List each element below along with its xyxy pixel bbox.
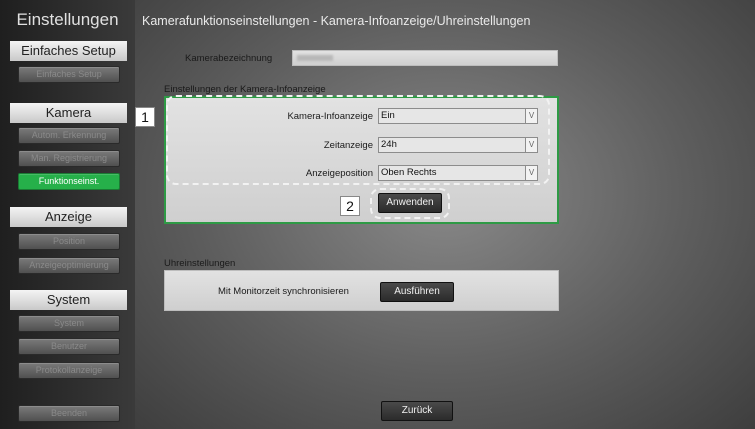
section-header-system: System — [10, 290, 127, 310]
sidebar: Einstellungen Einfaches Setup Einfaches … — [0, 0, 135, 429]
sidebar-item-system[interactable]: System — [18, 315, 120, 332]
section-header-display: Anzeige — [10, 207, 127, 227]
callout-1: 1 — [135, 107, 155, 127]
sidebar-item-position[interactable]: Position — [18, 233, 120, 250]
sidebar-item-function-settings[interactable]: Funktionseinst. — [18, 173, 120, 190]
camera-name-label: Kamerabezeichnung — [185, 53, 273, 64]
back-button[interactable]: Zurück — [381, 401, 453, 421]
main-content: Kamerafunktionseinstellungen - Kamera-In… — [135, 0, 755, 429]
highlight-settings-fields — [166, 95, 550, 185]
sidebar-item-easy-setup[interactable]: Einfaches Setup — [18, 66, 120, 83]
section-header-setup: Einfaches Setup — [10, 41, 127, 61]
page-title: Kamerafunktionseinstellungen - Kamera-In… — [142, 14, 531, 28]
info-section-title: Einstellungen der Kamera-Infoanzeige — [164, 84, 326, 95]
sync-label: Mit Monitorzeit synchronisieren — [218, 286, 349, 297]
highlight-apply-button — [370, 188, 450, 219]
sidebar-item-manual-registration[interactable]: Man. Registrierung — [18, 150, 120, 167]
clock-section-title: Uhreinstellungen — [164, 258, 236, 269]
callout-2: 2 — [340, 196, 360, 216]
run-sync-button[interactable]: Ausführen — [380, 282, 454, 302]
camera-name-field — [292, 50, 558, 66]
sidebar-item-auto-detect[interactable]: Autom. Erkennung — [18, 127, 120, 144]
sidebar-item-display-optimization[interactable]: Anzeigeoptimierung — [18, 257, 120, 274]
section-header-camera: Kamera — [10, 103, 127, 123]
blurred-camera-name — [297, 55, 333, 61]
app-window: Einstellungen Einfaches Setup Einfaches … — [0, 0, 755, 429]
exit-button[interactable]: Beenden — [18, 405, 120, 422]
sidebar-item-users[interactable]: Benutzer — [18, 338, 120, 355]
sidebar-title: Einstellungen — [16, 10, 119, 29]
sidebar-item-log-viewer[interactable]: Protokollanzeige — [18, 362, 120, 379]
